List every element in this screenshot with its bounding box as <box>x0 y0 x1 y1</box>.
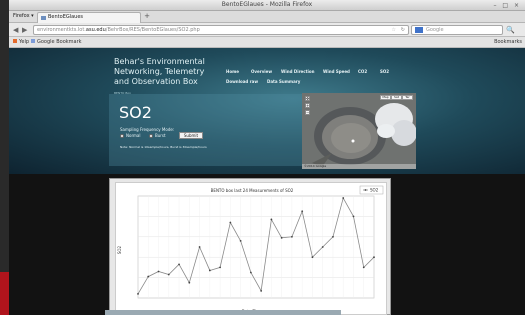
window-title: BentoEGlaues - Mozilla Firefox <box>221 1 313 8</box>
chart-title: BENTO box last 24 Measurements of SO2 <box>211 188 294 193</box>
url-suffix: /BehrBox/RES/BentoEGlaues/SO2.php <box>105 27 200 33</box>
data-point <box>332 235 334 238</box>
so2-line-chart: BENTO box last 24 Measurements of SO2 SO… <box>117 185 384 314</box>
data-point <box>291 235 293 238</box>
data-point <box>219 266 221 269</box>
sampling-note: Note: Normal is 10sample/hours, Burst is… <box>120 145 207 149</box>
data-point <box>342 197 345 199</box>
back-icon[interactable]: ◀ <box>13 26 18 34</box>
so2-panel: SO2 Sampling Frequency Mode: Normal Burs… <box>109 94 311 166</box>
data-point <box>362 266 365 269</box>
tab-label: BentoEGlaues <box>48 14 84 20</box>
radio-burst[interactable]: Burst <box>149 133 166 138</box>
satellite-map[interactable]: ✥ + − Map Sat Ter ©2014 Google <box>302 93 416 169</box>
data-point <box>137 293 139 295</box>
chart-frame: BENTO box last 24 Measurements of SO2 SO… <box>109 178 391 315</box>
page-content: Behar's Environmental Networking, Teleme… <box>9 48 525 315</box>
google-engine-icon[interactable] <box>415 27 423 33</box>
data-point <box>270 218 273 221</box>
bookmark-google[interactable]: Google Bookmark <box>31 39 82 45</box>
search-input[interactable]: Google <box>411 25 503 35</box>
data-point <box>249 271 252 274</box>
map-type-satellite[interactable]: Sat <box>391 95 402 100</box>
data-point <box>352 215 355 218</box>
bookmarks-menu[interactable]: Bookmarks <box>494 39 522 45</box>
page-title: SO2 <box>119 103 152 122</box>
headline-line: Behar's Environmental <box>114 57 205 66</box>
nav-so2[interactable]: SO2 <box>380 69 389 74</box>
site-header: Behar's Environmental Networking, Teleme… <box>9 48 525 174</box>
chart-area: BENTO box last 24 Measurements of SO2 SO… <box>115 182 387 315</box>
y-axis-label: SO2 <box>117 245 122 254</box>
nav-wind-direction[interactable]: Wind Direction <box>281 69 315 74</box>
bookmarks-toolbar: Yelp Google Bookmark Bookmarks <box>9 37 525 48</box>
browser-window: BentoEGlaues - Mozilla Firefox – □ × Fir… <box>9 0 525 315</box>
bookmark-favicon-icon <box>13 39 17 43</box>
new-tab-button[interactable]: + <box>143 13 151 21</box>
bookmark-favicon-icon <box>31 39 35 43</box>
forward-icon[interactable]: ▶ <box>22 26 27 34</box>
radio-label: Burst <box>155 133 166 138</box>
data-point <box>280 236 283 239</box>
map-imagery <box>302 93 416 169</box>
radio-label: Normal <box>126 133 141 138</box>
nav-download-raw[interactable]: Download raw <box>226 79 258 84</box>
zoom-in-icon[interactable]: + <box>305 103 310 108</box>
data-point <box>301 210 304 213</box>
bookmark-label: Google Bookmark <box>37 39 82 45</box>
radio-circle-icon <box>120 134 124 138</box>
headline-line: and Observation Box <box>114 77 198 86</box>
site-headline[interactable]: Behar's Environmental Networking, Teleme… <box>114 57 205 98</box>
data-point <box>373 256 375 259</box>
radio-circle-icon <box>149 134 153 138</box>
tab-bentoeglaues[interactable]: BentoEGlaues <box>37 12 141 23</box>
url-bar[interactable]: environmentkts.lot.asu.edu/BehrBox/RES/B… <box>33 25 409 35</box>
firefox-menu-button[interactable]: Firefox ▾ <box>11 12 35 21</box>
nav-overview[interactable]: Overview <box>251 69 272 74</box>
bookmark-label: Yelp <box>19 39 30 45</box>
data-point <box>147 275 150 278</box>
tab-bar: Firefox ▾ BentoEGlaues + <box>9 11 525 23</box>
map-pan-icon[interactable]: ✥ <box>305 96 310 101</box>
data-point <box>157 270 160 273</box>
favicon-icon <box>41 16 46 20</box>
data-point <box>321 246 324 248</box>
bookmark-yelp[interactable]: Yelp <box>13 39 29 45</box>
nav-home[interactable]: Home <box>226 69 239 74</box>
search-placeholder: Google <box>426 27 444 33</box>
nav-co2[interactable]: CO2 <box>358 69 367 74</box>
data-point <box>208 269 211 272</box>
sampling-mode-label: Sampling Frequency Mode: <box>120 127 175 132</box>
map-type-terrain[interactable]: Ter <box>402 95 413 100</box>
chart-grid <box>137 195 375 299</box>
data-point <box>198 246 201 248</box>
submit-button[interactable]: Submit <box>179 132 203 139</box>
url-prefix: environmentkts.lot. <box>37 27 86 33</box>
url-domain: asu.edu <box>85 27 106 33</box>
legend-label: SO2 <box>370 188 379 193</box>
data-point <box>239 239 242 242</box>
reload-icon[interactable]: ↻ <box>401 26 405 34</box>
map-attribution: ©2014 Google <box>302 164 416 169</box>
navigation-toolbar: ◀ ▶ environmentkts.lot.asu.edu/BehrBox/R… <box>9 23 525 37</box>
bookmark-star-icon[interactable]: ☆ <box>392 26 396 34</box>
nav-wind-speed[interactable]: Wind Speed <box>323 69 350 74</box>
plot-area <box>137 195 375 299</box>
page-footer-bar <box>105 310 341 315</box>
window-controls[interactable]: – □ × <box>493 2 521 9</box>
data-point <box>167 273 170 276</box>
data-point <box>260 289 263 292</box>
data-point <box>311 256 314 259</box>
data-point <box>178 263 180 266</box>
search-go-icon[interactable]: 🔍 <box>506 26 515 34</box>
nav-data-summary[interactable]: Data Summary <box>267 79 300 84</box>
data-point <box>188 281 191 284</box>
zoom-out-icon[interactable]: − <box>305 110 310 115</box>
legend-marker <box>364 189 367 191</box>
headline-line: Networking, Telemetry <box>114 67 205 76</box>
map-type-map[interactable]: Map <box>380 95 391 100</box>
radio-normal[interactable]: Normal <box>120 133 140 138</box>
title-bar: BentoEGlaues - Mozilla Firefox – □ × <box>9 0 525 11</box>
data-point <box>229 221 232 224</box>
